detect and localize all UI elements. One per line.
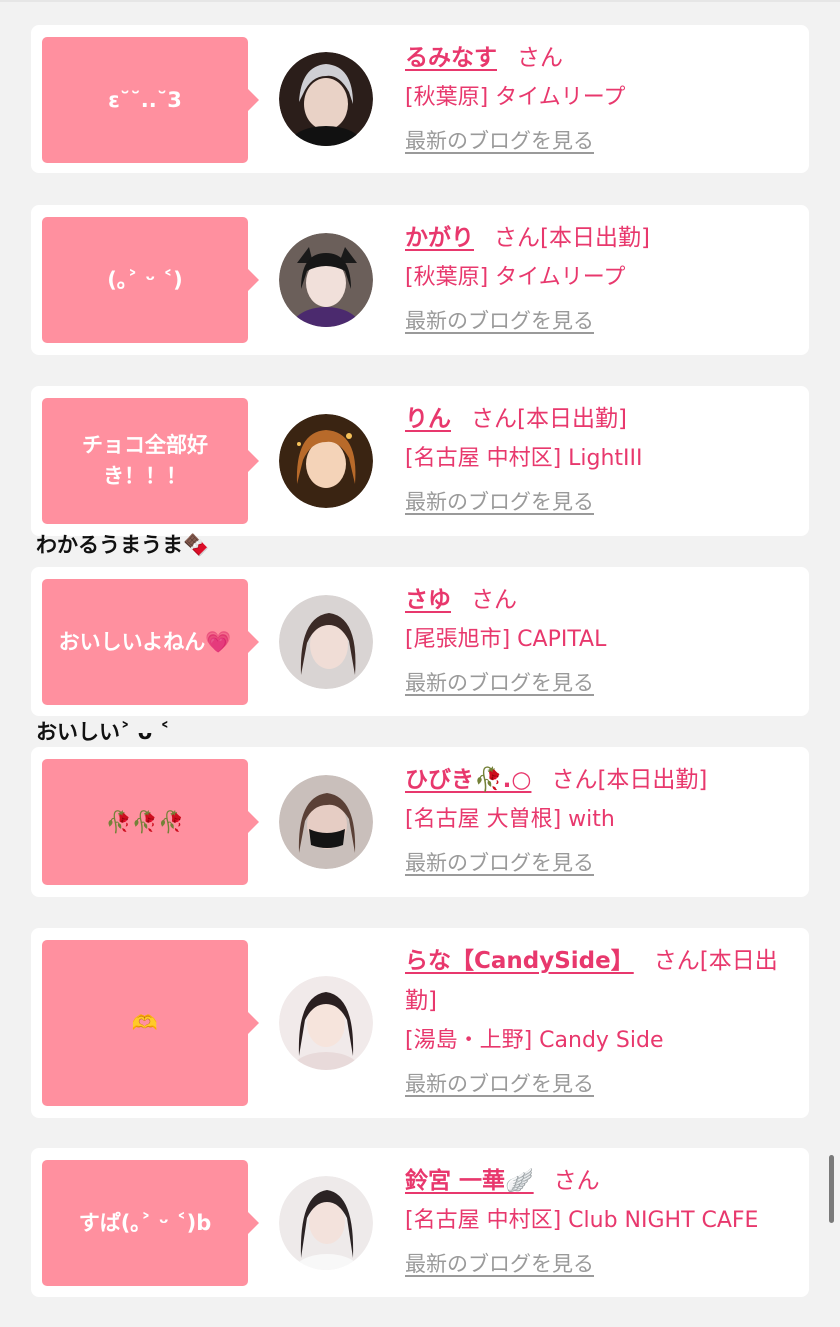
- name-suffix: さん[本日出勤]: [551, 767, 708, 793]
- name-suffix: さん: [471, 587, 517, 613]
- avatar[interactable]: [279, 52, 373, 146]
- speech-bubble: 🫶: [42, 940, 259, 1106]
- scrollbar[interactable]: [829, 1155, 834, 1223]
- latest-blog-link[interactable]: 最新のブログを見る: [405, 1065, 594, 1103]
- latest-blog-link[interactable]: 最新のブログを見る: [405, 302, 594, 340]
- overflow-comment-text: わかるうまうま🍫: [36, 533, 210, 557]
- latest-blog-link[interactable]: 最新のブログを見る: [405, 664, 594, 702]
- shop-label: [名古屋 中村区] Club NIGHT CAFE: [405, 1208, 759, 1233]
- latest-blog-link[interactable]: 最新のブログを見る: [405, 122, 594, 160]
- latest-blog-link[interactable]: 最新のブログを見る: [405, 483, 594, 521]
- shop-label: [秋葉原] タイムリープ: [405, 265, 626, 290]
- blog-card[interactable]: すぱ(｡˃ ᵕ ˂)b 鈴宮 一華🪽 さん [名古屋 中村区] Club NIGH…: [31, 1148, 809, 1297]
- avatar[interactable]: [279, 976, 373, 1070]
- avatar[interactable]: [279, 414, 373, 508]
- name-suffix: さん: [553, 1168, 600, 1194]
- name-suffix: さん[本日出勤]: [471, 406, 627, 432]
- latest-blog-link[interactable]: 最新のブログを見る: [405, 1245, 594, 1283]
- cast-name-link[interactable]: 鈴宮 一華🪽: [405, 1168, 534, 1194]
- overflow-comment-text: おいしい˃ ᴗ ˂: [36, 720, 171, 744]
- avatar[interactable]: [279, 233, 373, 327]
- top-divider: [0, 0, 840, 2]
- shop-label: [秋葉原] タイムリープ: [405, 85, 626, 110]
- cast-name-link[interactable]: りん: [405, 406, 451, 432]
- avatar[interactable]: [279, 595, 373, 689]
- cast-name-link[interactable]: ひびき🥀.○: [405, 767, 531, 793]
- blog-card[interactable]: ε˘˘..˘3 るみなす さん [秋葉原] タイムリープ 最新のブログを見る: [31, 25, 809, 173]
- avatar[interactable]: [279, 775, 373, 869]
- blog-card[interactable]: チョコ全部好き！！！ りん さん[本日出勤] [名古屋 中村区] LightIII…: [31, 386, 809, 536]
- latest-blog-link[interactable]: 最新のブログを見る: [405, 844, 594, 882]
- cast-name-link[interactable]: さゆ: [405, 587, 451, 613]
- blog-card[interactable]: おいしいよねん💗 さゆ さん [尾張旭市] CAPITAL 最新のブログを見る: [31, 567, 809, 716]
- speech-bubble: ε˘˘..˘3: [42, 37, 259, 163]
- speech-bubble: チョコ全部好き！！！: [42, 398, 259, 524]
- speech-bubble: すぱ(｡˃ ᵕ ˂)b: [42, 1160, 259, 1286]
- shop-label: [名古屋 中村区] LightIII: [405, 446, 643, 471]
- blog-card[interactable]: 🫶 らな【CandySide】 さん[本日出勤] [湯島・上野] Candy Si…: [31, 928, 809, 1118]
- cast-name-link[interactable]: かがり: [405, 225, 474, 251]
- shop-label: [湯島・上野] Candy Side: [405, 1028, 664, 1053]
- cast-name-link[interactable]: るみなす: [405, 45, 497, 71]
- name-suffix: さん[本日出勤]: [494, 225, 650, 251]
- shop-label: [尾張旭市] CAPITAL: [405, 627, 607, 652]
- blog-card[interactable]: 🥀🥀🥀 ひびき🥀.○ さん[本日出勤] [名古屋 大曽根] with 最新のブログ…: [31, 747, 809, 897]
- speech-bubble: (｡˃ ᵕ ˂): [42, 217, 259, 343]
- speech-bubble: おいしいよねん💗: [42, 579, 259, 705]
- cast-name-link[interactable]: らな【CandySide】: [405, 948, 634, 974]
- avatar[interactable]: [279, 1176, 373, 1270]
- name-suffix: さん: [517, 45, 563, 71]
- blog-card[interactable]: (｡˃ ᵕ ˂) かがり さん[本日出勤] [秋葉原] タイムリープ 最新のブログ…: [31, 205, 809, 355]
- shop-label: [名古屋 大曽根] with: [405, 807, 615, 832]
- speech-bubble: 🥀🥀🥀: [42, 759, 259, 885]
